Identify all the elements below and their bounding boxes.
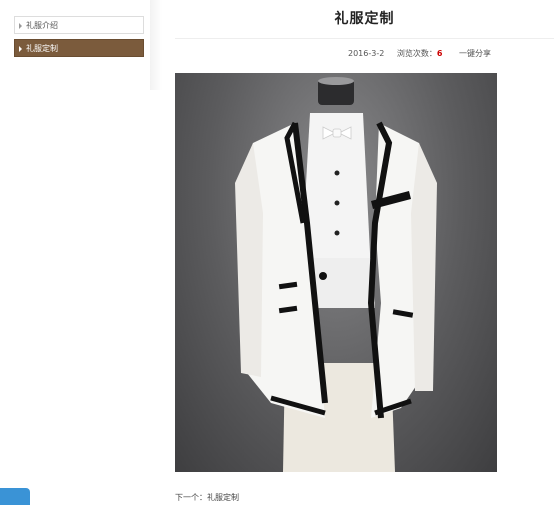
next-prefix: 下一个： [175, 493, 207, 502]
sidebar: 礼服介绍 礼服定制 [0, 0, 162, 505]
sidebar-item-dress-intro[interactable]: 礼服介绍 [14, 16, 144, 34]
tuxedo-illustration [235, 77, 437, 472]
bow-tie-knot [332, 128, 342, 138]
next-article: 下一个：礼服定制 [175, 492, 239, 503]
next-article-link[interactable]: 礼服定制 [207, 493, 239, 502]
share-button[interactable]: 一键分享 [459, 48, 491, 59]
jacket-button [319, 272, 327, 280]
sidebar-item-dress-custom[interactable]: 礼服定制 [14, 39, 144, 57]
page-title: 礼服定制 [334, 11, 395, 27]
article-meta: 2016-3-2 浏览次数：6 一键分享 [348, 48, 491, 59]
publish-date: 2016-3-2 [348, 49, 385, 58]
sidebar-item-label: 礼服定制 [26, 44, 58, 53]
caret-right-icon [19, 23, 22, 29]
views-count: 6 [436, 49, 443, 58]
floating-corner-tab[interactable] [0, 488, 30, 505]
shirt-stud [334, 230, 340, 236]
shirt-stud [334, 200, 340, 206]
sidebar-shadow [150, 0, 162, 90]
mannequin-top [318, 77, 354, 85]
views-label: 浏览次数： [396, 49, 437, 58]
jacket-right-sleeve [411, 143, 437, 391]
shirt-stud [334, 170, 340, 176]
caret-right-icon [19, 46, 22, 52]
product-photo [175, 73, 497, 472]
title-divider [175, 38, 554, 39]
sidebar-item-label: 礼服介绍 [26, 21, 58, 30]
